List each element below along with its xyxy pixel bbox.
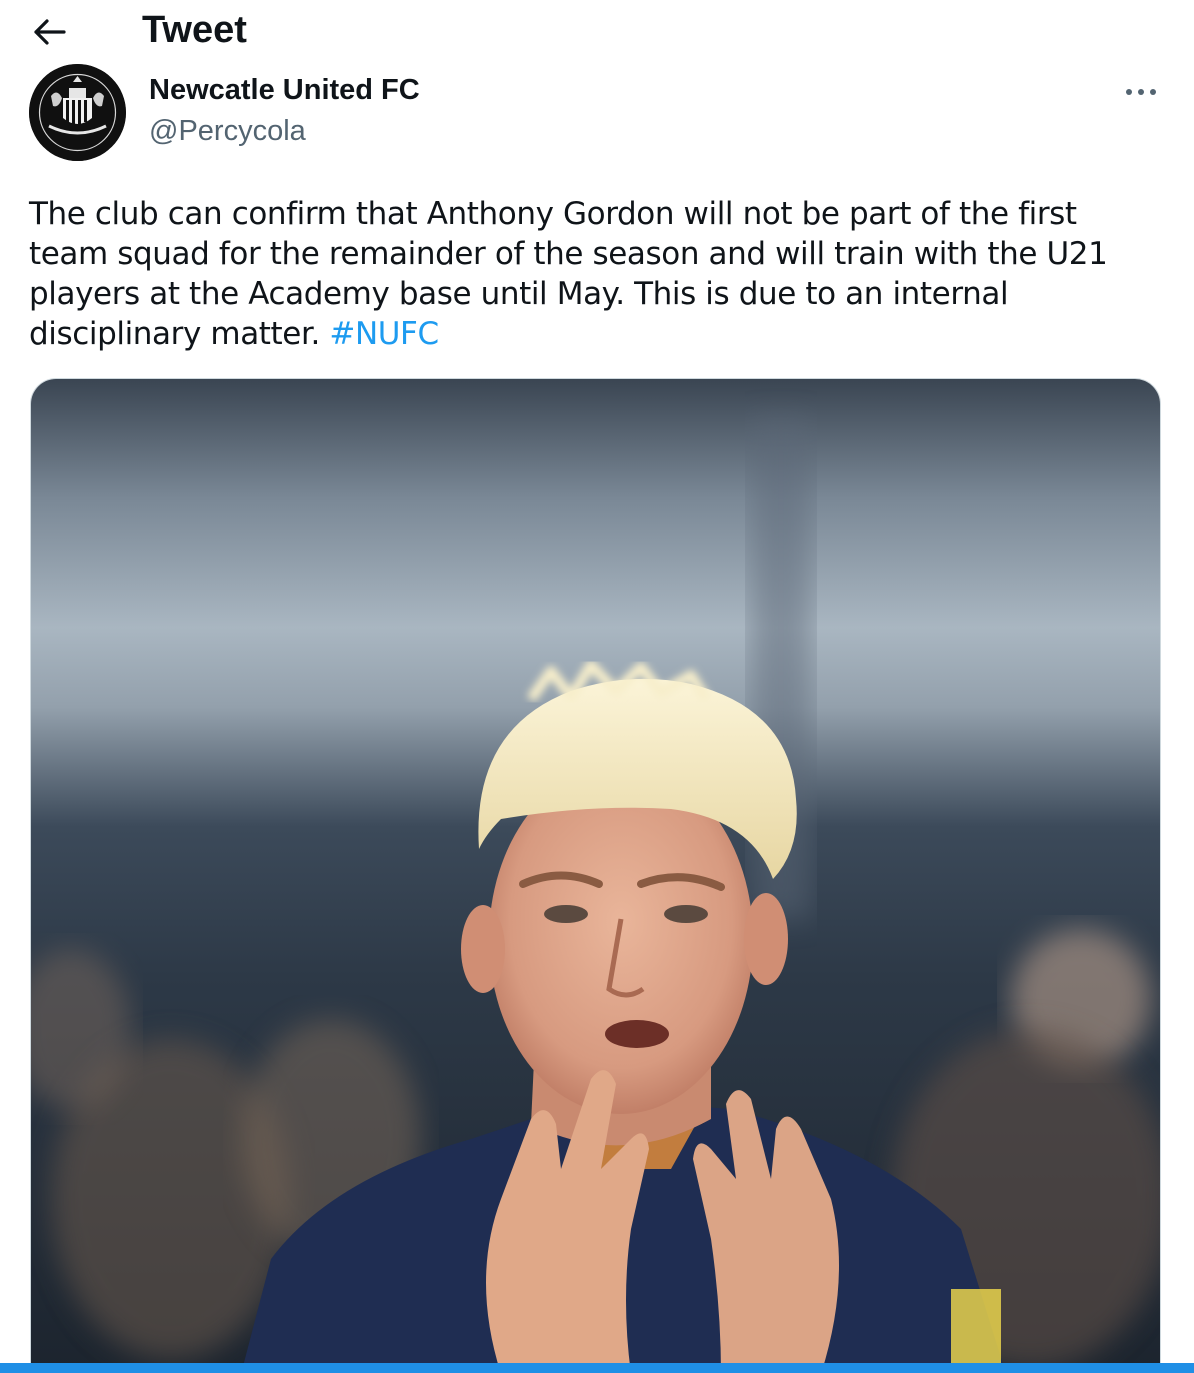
tweet-text-line: disciplinary matter. #NUFC — [29, 316, 439, 352]
header: Tweet — [0, 0, 1194, 62]
arrow-left-icon — [34, 19, 66, 45]
back-button[interactable] — [28, 10, 72, 54]
tweet-photo[interactable] — [30, 378, 1161, 1373]
hashtag-link[interactable]: #NUFC — [329, 316, 439, 352]
display-name[interactable]: Newcatle United FC — [149, 72, 420, 108]
user-handle[interactable]: @Percycola — [149, 112, 306, 150]
avatar[interactable] — [29, 64, 126, 161]
tweet-text-line: players at the Academy base until May. T… — [29, 276, 1009, 312]
more-options-button[interactable] — [1122, 78, 1162, 106]
club-crest-icon — [29, 64, 126, 161]
tweet-page: Tweet Newcatle United FC @Percycola The … — [0, 0, 1194, 1373]
more-dots-icon — [1126, 89, 1132, 95]
tweet-text-line: The club can confirm that Anthony Gordon… — [29, 196, 1077, 232]
tweet-text: The club can confirm that Anthony Gordon… — [29, 194, 1169, 354]
player-photo — [31, 379, 1160, 1373]
tweet-text-line: team squad for the remainder of the seas… — [29, 236, 1108, 272]
bottom-accent-bar — [0, 1363, 1194, 1373]
page-title: Tweet — [142, 9, 247, 51]
